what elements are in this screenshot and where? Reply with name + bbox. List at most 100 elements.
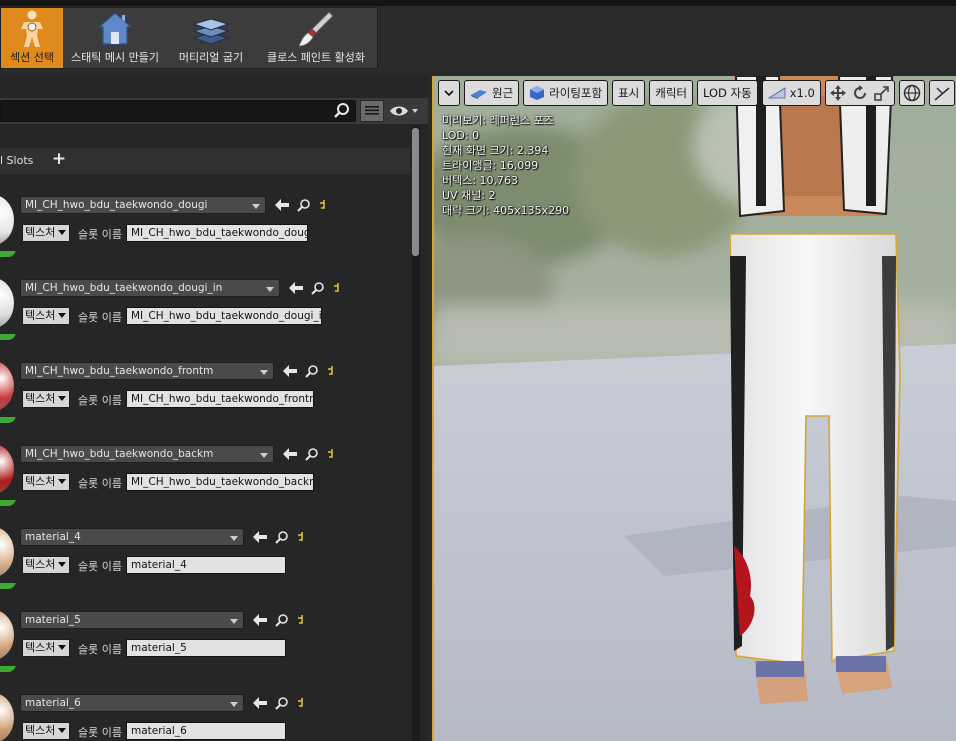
search-icon — [275, 531, 288, 544]
reset-to-default-button[interactable] — [330, 280, 346, 296]
chevron-down-icon — [260, 370, 268, 375]
texture-dropdown-button[interactable]: 텍스처 — [22, 722, 70, 740]
section-select-button[interactable]: 섹션 선택 — [1, 8, 63, 68]
texture-dropdown-button[interactable]: 텍스처 — [22, 639, 70, 657]
material-picker-combo[interactable]: material_5 — [20, 611, 244, 629]
viewport-stat-line: 트라이앵글: 16,099 — [442, 159, 539, 172]
lighting-mode-button[interactable]: 라이팅포함 — [523, 80, 609, 106]
material-preview-sphere — [0, 444, 14, 494]
texture-dropdown-button[interactable]: 텍스처 — [22, 307, 70, 325]
bake-material-button[interactable]: 머티리얼 굽기 — [167, 8, 255, 68]
material-thumbnail[interactable] — [0, 517, 16, 589]
cloth-paint-brush-icon — [296, 9, 336, 49]
make-static-mesh-label: 스태틱 메시 만들기 — [71, 51, 159, 64]
reset-to-default-button[interactable] — [294, 612, 310, 628]
material-thumbnail[interactable] — [0, 351, 16, 423]
list-view-icon — [365, 106, 379, 115]
material-picker-combo[interactable]: material_4 — [20, 528, 244, 546]
slot-name-input[interactable]: material_5 — [126, 639, 286, 657]
arrow-left-icon — [289, 282, 303, 294]
material-name: material_6 — [25, 697, 81, 709]
slot-name-input[interactable]: material_4 — [126, 556, 286, 574]
make-static-mesh-button[interactable]: 스태틱 메시 만들기 — [63, 8, 167, 68]
rotate-tool-icon[interactable] — [852, 85, 868, 101]
browse-asset-button[interactable] — [304, 446, 320, 462]
slot-name-label: 슬롯 이름 — [78, 726, 122, 739]
browse-asset-button[interactable] — [304, 363, 320, 379]
browse-asset-button[interactable] — [274, 529, 290, 545]
material-thumbnail[interactable] — [0, 683, 16, 741]
surface-snap-toggle[interactable] — [928, 80, 955, 106]
material-picker-combo[interactable]: material_6 — [20, 694, 244, 712]
material-slot-row: material_4 텍스처 슬롯 이름 material_4 — [0, 512, 412, 592]
search-icon — [275, 614, 288, 627]
slot-name-label: 슬롯 이름 — [78, 394, 122, 407]
reset-arrow-icon — [298, 615, 303, 624]
browse-asset-button[interactable] — [274, 695, 290, 711]
chevron-down-icon — [58, 396, 66, 401]
browse-asset-button[interactable] — [296, 197, 312, 213]
panel-scrollbar-thumb[interactable] — [412, 128, 419, 256]
show-flags-button[interactable]: 표시 — [612, 80, 646, 106]
reset-to-default-button[interactable] — [316, 197, 332, 213]
cloth-paint-button[interactable]: 클로스 페인트 활성화 — [255, 8, 377, 68]
use-selected-asset-button[interactable] — [274, 197, 290, 213]
slot-name-value: MI_CH_hwo_bdu_taekwondo_dougi_in — [131, 310, 322, 322]
cloth-paint-label: 클로스 페인트 활성화 — [266, 51, 366, 64]
material-thumbnail[interactable] — [0, 268, 16, 340]
viewport-stat-line: LOD: 0 — [442, 129, 480, 142]
texture-dropdown-button[interactable]: 텍스처 — [22, 556, 70, 574]
reset-arrow-icon — [298, 532, 303, 541]
material-picker-combo[interactable]: MI_CH_hwo_bdu_taekwondo_dougi — [20, 196, 266, 214]
slot-name-input[interactable]: MI_CH_hwo_bdu_taekwondo_dougi — [126, 224, 308, 242]
preview-viewport[interactable]: 원근 라이팅포함 표시 캐릭터 LOD 자동 x1.0 미리보기: 레퍼런스 포… — [432, 76, 956, 741]
reset-arrow-icon — [298, 698, 303, 707]
material-layers-icon — [191, 9, 231, 49]
perspective-button[interactable]: 원근 — [464, 80, 520, 106]
visibility-filter-button[interactable] — [389, 101, 421, 121]
character-menu-button[interactable]: 캐릭터 — [649, 80, 693, 106]
material-thumbnail[interactable] — [0, 434, 16, 506]
move-tool-icon[interactable] — [829, 85, 846, 101]
playback-speed-button[interactable]: x1.0 — [761, 80, 821, 106]
browse-asset-button[interactable] — [310, 280, 326, 296]
arrow-left-icon — [275, 199, 289, 211]
slot-name-label: 슬롯 이름 — [78, 477, 122, 490]
use-selected-asset-button[interactable] — [288, 280, 304, 296]
chevron-down-icon — [260, 453, 268, 458]
use-selected-asset-button[interactable] — [282, 363, 298, 379]
material-picker-combo[interactable]: MI_CH_hwo_bdu_taekwondo_dougi_in — [20, 279, 280, 297]
search-icon[interactable] — [333, 102, 351, 120]
use-selected-asset-button[interactable] — [252, 695, 268, 711]
material-thumbnail[interactable] — [0, 185, 16, 257]
use-selected-asset-button[interactable] — [252, 612, 268, 628]
material-name: material_4 — [25, 531, 81, 543]
reset-to-default-button[interactable] — [294, 529, 310, 545]
scale-tool-icon[interactable] — [874, 85, 890, 101]
details-search-input[interactable] — [0, 100, 356, 122]
material-name: MI_CH_hwo_bdu_taekwondo_dougi_in — [25, 282, 223, 294]
slot-name-input[interactable]: material_6 — [126, 722, 286, 740]
add-material-slot-button[interactable]: + — [51, 151, 67, 168]
lod-auto-button[interactable]: LOD 자동 — [697, 80, 758, 106]
slot-name-input[interactable]: MI_CH_hwo_bdu_taekwondo_backm — [126, 473, 314, 491]
reset-to-default-button[interactable] — [324, 363, 340, 379]
material-picker-combo[interactable]: MI_CH_hwo_bdu_taekwondo_frontm — [20, 362, 274, 380]
use-selected-asset-button[interactable] — [252, 529, 268, 545]
view-options-button[interactable] — [360, 100, 384, 122]
material-slot-row: MI_CH_hwo_bdu_taekwondo_frontm 텍스처 슬롯 이름 MI… — [0, 346, 412, 426]
reset-to-default-button[interactable] — [324, 446, 340, 462]
reset-to-default-button[interactable] — [294, 695, 310, 711]
texture-dropdown-button[interactable]: 텍스처 — [22, 390, 70, 408]
toolbar-top-edge — [0, 0, 956, 6]
material-picker-combo[interactable]: MI_CH_hwo_bdu_taekwondo_backm — [20, 445, 274, 463]
viewport-options-dropdown[interactable] — [438, 80, 460, 106]
world-local-toggle[interactable] — [898, 80, 925, 106]
slot-name-input[interactable]: MI_CH_hwo_bdu_taekwondo_frontm — [126, 390, 314, 408]
use-selected-asset-button[interactable] — [282, 446, 298, 462]
slot-name-input[interactable]: MI_CH_hwo_bdu_taekwondo_dougi_in — [126, 307, 322, 325]
material-thumbnail[interactable] — [0, 600, 16, 672]
browse-asset-button[interactable] — [274, 612, 290, 628]
texture-dropdown-button[interactable]: 텍스처 — [22, 224, 70, 242]
texture-dropdown-button[interactable]: 텍스처 — [22, 473, 70, 491]
